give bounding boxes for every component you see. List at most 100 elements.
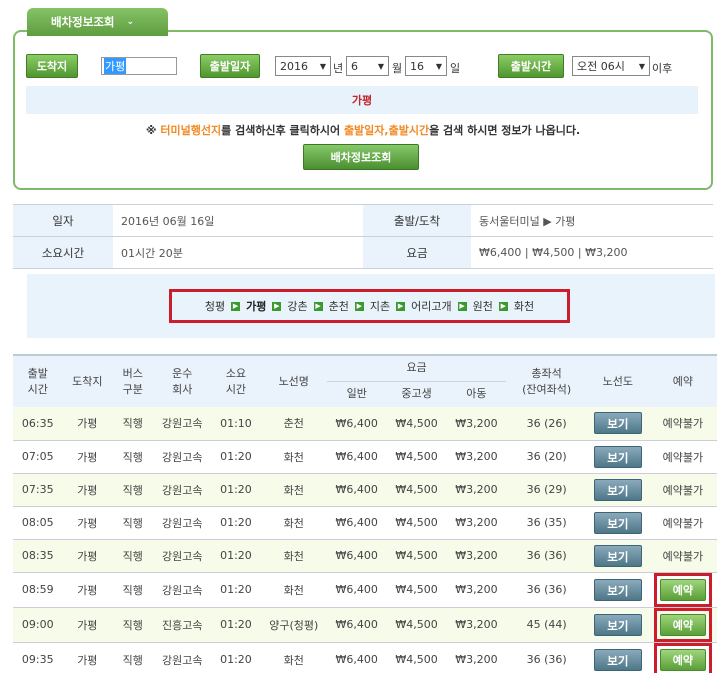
cell-destination: 가평 — [62, 572, 113, 608]
view-route-button[interactable]: 보기 — [593, 412, 642, 435]
cell-fare-child: ₩3,200 — [446, 607, 507, 643]
reserve-unavailable-text: 예약불가 — [662, 483, 704, 497]
dropdown-arrow-icon: ▼ — [319, 61, 326, 71]
cell-line-name: 화천 — [260, 539, 327, 573]
summary-date-label: 일자 — [13, 204, 113, 237]
view-route-button[interactable]: 보기 — [593, 511, 642, 534]
view-route-button[interactable]: 보기 — [593, 544, 642, 567]
cell-company: 강원고속 — [153, 642, 212, 673]
dest-label: 도착지 — [26, 54, 78, 78]
cell-duration: 01:20 — [211, 506, 261, 540]
col-route-map: 노선도 — [586, 354, 649, 407]
cell-seats: 36 (36) — [506, 642, 587, 673]
reserve-button[interactable]: 예약 — [659, 578, 706, 601]
dest-input-value: 가평 — [104, 58, 127, 74]
cell-destination: 가평 — [62, 607, 113, 643]
cell-line-name: 화천 — [260, 473, 327, 507]
cell-company: 강원고속 — [153, 473, 212, 507]
cell-bus-type: 직행 — [112, 506, 154, 540]
cell-reserve: 예약불가 — [648, 407, 717, 441]
cell-reserve: 예약 — [648, 572, 717, 608]
cell-fare-youth: ₩4,500 — [386, 539, 447, 573]
time-select[interactable]: 오전 06시 ▼ — [572, 56, 650, 76]
dropdown-arrow-icon: ▼ — [435, 61, 442, 71]
cell-route-map: 보기 — [586, 506, 649, 540]
cell-fare-youth: ₩4,500 — [386, 440, 447, 474]
cell-fare-youth: ₩4,500 — [386, 473, 447, 507]
cell-seats: 36 (26) — [506, 407, 587, 441]
cell-fare-child: ₩3,200 — [446, 440, 507, 474]
cell-seats: 36 (35) — [506, 506, 587, 540]
year-unit: 년 — [333, 62, 344, 75]
route-stop: 가평 — [246, 300, 267, 313]
cell-depart-time: 07:35 — [13, 473, 63, 507]
col-line-name: 노선명 — [260, 354, 327, 407]
cell-destination: 가평 — [62, 440, 113, 474]
cell-fare-child: ₩3,200 — [446, 539, 507, 573]
cell-reserve: 예약불가 — [648, 506, 717, 540]
month-select[interactable]: 6 ▼ — [346, 56, 389, 76]
cell-route-map: 보기 — [586, 642, 649, 673]
cell-fare-adult: ₩6,400 — [326, 572, 387, 608]
route-stop: 지촌 — [369, 300, 391, 313]
cell-route-map: 보기 — [586, 539, 649, 573]
reserve-button[interactable]: 예약 — [659, 613, 706, 636]
cell-reserve: 예약불가 — [648, 440, 717, 474]
arrow-right-icon: ▶ — [457, 301, 467, 311]
dest-input[interactable]: 가평 — [101, 57, 177, 75]
cell-route-map: 보기 — [586, 407, 649, 441]
cell-reserve: 예약불가 — [648, 473, 717, 507]
summary-date-value: 2016년 06월 16일 — [113, 204, 363, 237]
panel-tab[interactable]: 배차정보조회 ⌄ — [27, 8, 168, 36]
cell-fare-youth: ₩4,500 — [386, 572, 447, 608]
route-stop: 화천 — [513, 300, 535, 313]
summary-duration-label: 소요시간 — [13, 236, 113, 269]
col-fare-child: 아동 — [446, 380, 507, 407]
year-value: 2016 — [280, 59, 308, 73]
reserve-button[interactable]: 예약 — [659, 648, 706, 671]
cell-bus-type: 직행 — [112, 407, 154, 441]
cell-duration: 01:20 — [211, 607, 261, 643]
cell-fare-adult: ₩6,400 — [326, 473, 387, 507]
date-label: 출발일자 — [200, 54, 260, 78]
reserve-unavailable-text: 예약불가 — [662, 450, 704, 464]
cell-line-name: 춘천 — [260, 407, 327, 441]
view-route-button[interactable]: 보기 — [593, 613, 642, 636]
day-select[interactable]: 16 ▼ — [405, 56, 447, 76]
notice-end: 을 검색 하시면 정보가 나옵니다. — [429, 124, 581, 137]
cell-line-name: 화천 — [260, 572, 327, 608]
summary-route-label: 출발/도착 — [363, 204, 471, 237]
year-select[interactable]: 2016 ▼ — [275, 56, 331, 76]
search-notice: ※ 터미널행선지를 검색하신후 클릭하시어 출발일자,출발시간을 검색 하시면 … — [13, 122, 713, 138]
destination-result-text: 가평 — [351, 94, 373, 107]
summary-fare-label: 요금 — [363, 236, 471, 269]
cell-fare-youth: ₩4,500 — [386, 506, 447, 540]
cell-destination: 가평 — [62, 539, 113, 573]
time-value: 오전 06시 — [577, 60, 625, 73]
col-depart-time: 출발 시간 — [13, 354, 63, 407]
view-route-button[interactable]: 보기 — [593, 578, 642, 601]
col-company: 운수 회사 — [153, 354, 212, 407]
reserve-unavailable-text: 예약불가 — [662, 417, 704, 431]
cell-depart-time: 09:35 — [13, 642, 63, 673]
cell-seats: 36 (36) — [506, 572, 587, 608]
cell-fare-child: ₩3,200 — [446, 572, 507, 608]
view-route-button[interactable]: 보기 — [593, 478, 642, 501]
col-duration: 소요 시간 — [211, 354, 261, 407]
search-button[interactable]: 배차정보조회 — [303, 144, 419, 170]
view-route-button[interactable]: 보기 — [593, 445, 642, 468]
cell-fare-child: ₩3,200 — [446, 473, 507, 507]
route-stop: 강촌 — [287, 300, 308, 313]
cell-depart-time: 07:05 — [13, 440, 63, 474]
destination-result-bar[interactable]: 가평 — [26, 86, 698, 114]
reserve-unavailable-text: 예약불가 — [662, 516, 704, 530]
view-route-button[interactable]: 보기 — [593, 648, 642, 671]
day-unit: 일 — [450, 62, 461, 75]
arrow-right-icon: ▶ — [231, 301, 241, 311]
col-destination: 도착지 — [62, 354, 113, 407]
table-row: 08:59 가평 직행 강원고속 01:20 화천 ₩6,400 ₩4,500 ₩3,200 36… — [13, 572, 717, 608]
dropdown-arrow-icon: ▼ — [638, 61, 645, 71]
notice-highlight-1: 터미널행선지 — [160, 124, 222, 137]
search-row: 도착지 가평 출발일자 2016 ▼ 년 6 ▼ 월 16 ▼ 일 출발시간 오… — [26, 54, 706, 78]
reserve-highlight: 예약 — [653, 607, 712, 642]
